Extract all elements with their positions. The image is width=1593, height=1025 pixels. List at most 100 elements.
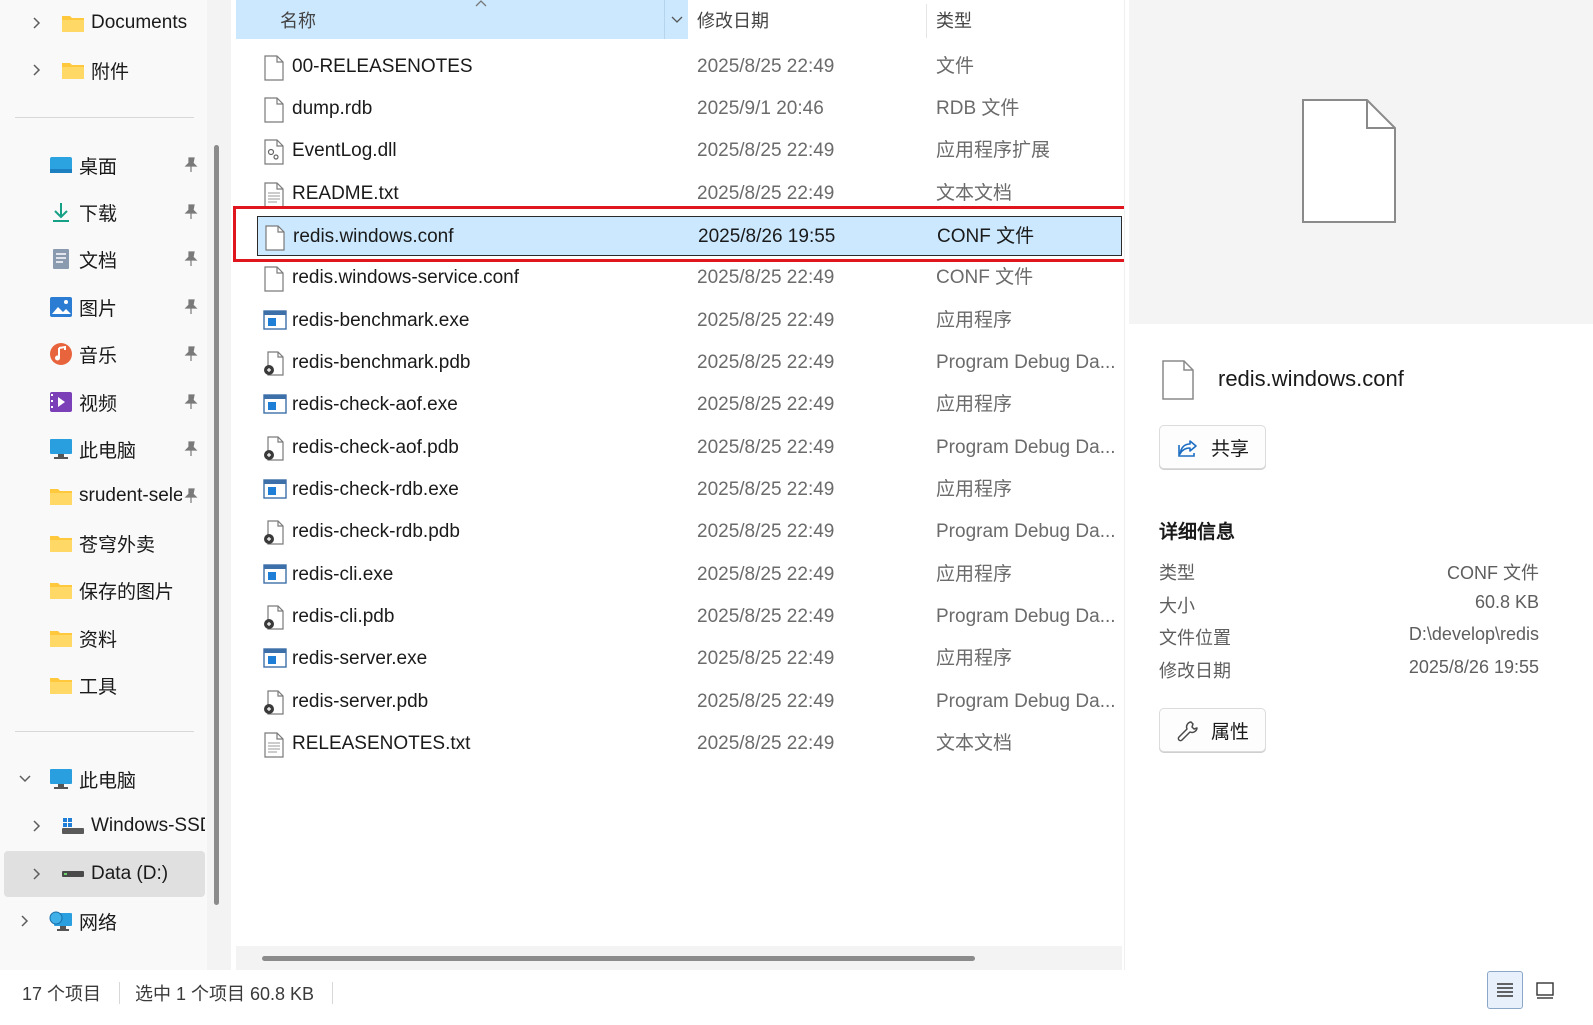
chevron-right-icon[interactable] [16,912,34,930]
file-type: 文本文档 [936,733,1013,754]
pin-icon[interactable] [182,393,200,411]
details-file-name: redis.windows.conf [1218,366,1404,391]
properties-button[interactable]: 属性 [1159,708,1266,752]
file-modified-date: 2025/8/25 22:49 [697,352,835,373]
file-row[interactable]: redis-benchmark.pdb 2025/8/25 22:49 Progra… [257,343,1122,383]
file-type: 应用程序 [936,479,1013,500]
file-type: 应用程序 [936,310,1013,331]
file-name: redis-check-rdb.exe [292,479,459,500]
sidebar-item-windows-ssd[interactable]: Windows-SSD [0,803,205,849]
file-row[interactable]: RELEASENOTES.txt 2025/8/25 22:49 文本文档 [257,724,1122,764]
pin-icon[interactable] [182,345,200,363]
sidebar-scrollbar-track [207,0,231,970]
exe-icon [263,647,287,671]
pdb-icon [263,605,285,630]
file-row[interactable]: redis-server.exe 2025/8/25 22:49 应用程序 [257,639,1122,679]
file-type: 文件 [936,56,975,77]
sidebar-item-downloads[interactable]: 下载 [0,189,205,235]
pin-icon[interactable] [182,440,200,458]
details-pane: redis.windows.conf 共享 详细信息 类型 CONF 文件 大小… [1124,0,1593,970]
details-view-button[interactable] [1487,971,1523,1009]
exe-icon [263,393,287,417]
sidebar-item-materials[interactable]: 资料 [0,615,205,661]
sidebar-item-music[interactable]: 音乐 [0,331,205,377]
file-row[interactable]: dump.rdb 2025/9/1 20:46 RDB 文件 [257,89,1122,129]
file-preview-icon [1302,99,1396,223]
sidebar-item-label: 图片 [79,298,118,320]
sidebar-item-this-pc[interactable]: 此电脑 [0,756,205,802]
sidebar-item-videos[interactable]: 视频 [0,379,205,425]
sidebar-item-pictures[interactable]: 图片 [0,284,205,330]
sidebar-item-saved-pictures[interactable]: 保存的图片 [0,567,205,613]
column-type-label[interactable]: 类型 [936,0,972,40]
sidebar-scrollbar[interactable] [214,145,219,905]
column-separator[interactable] [926,4,927,38]
pin-icon[interactable] [182,487,200,505]
chevron-right-icon[interactable] [28,865,46,883]
file-name: RELEASENOTES.txt [292,733,471,754]
chevron-right-icon[interactable] [28,817,46,835]
file-row[interactable]: EventLog.dll 2025/8/25 22:49 应用程序扩展 [257,131,1122,171]
file-icon [263,97,285,123]
file-row[interactable]: redis-cli.exe 2025/8/25 22:49 应用程序 [257,555,1122,595]
sidebar-item-this-pc-quick[interactable]: 此电脑 [0,426,205,472]
large-icons-view-button[interactable] [1527,971,1563,1009]
file-name: redis-check-rdb.pdb [292,521,460,542]
sidebar-item-tools[interactable]: 工具 [0,662,205,708]
sidebar-item-label: Windows-SSD [91,815,205,836]
file-type: RDB 文件 [936,98,1020,119]
file-row[interactable]: redis.windows-service.conf 2025/8/25 22:4… [257,258,1122,298]
large-icons-view-icon [1536,982,1554,999]
sidebar-item-cangqiong[interactable]: 苍穹外卖 [0,520,205,566]
file-row[interactable]: redis-benchmark.exe 2025/8/25 22:49 应用程序 [257,301,1122,341]
file-type: CONF 文件 [936,267,1034,288]
sidebar-item-documents[interactable]: Documents [0,0,205,46]
divider [15,731,194,732]
file-type: Program Debug Da... [936,437,1116,458]
horizontal-scrollbar[interactable] [262,956,975,961]
file-row[interactable]: redis-check-aof.exe 2025/8/25 22:49 应用程序 [257,385,1122,425]
file-name: dump.rdb [292,98,373,119]
column-header: 名称 修改日期 类型 [236,0,1125,40]
pin-icon[interactable] [182,203,200,221]
properties-button-label: 属性 [1211,721,1250,743]
file-modified-date: 2025/8/25 22:49 [697,140,835,161]
chevron-down-icon[interactable] [664,0,688,39]
videos-icon [49,391,73,413]
file-modified-date: 2025/8/25 22:49 [697,56,835,77]
file-type: 应用程序 [936,648,1013,669]
column-date-label[interactable]: 修改日期 [697,0,769,40]
file-name: redis-benchmark.pdb [292,352,471,373]
property-value: D:\develop\redis [1408,624,1539,644]
file-modified-date: 2025/8/25 22:49 [697,267,835,288]
sidebar-item-label: 苍穹外卖 [79,534,156,556]
file-modified-date: 2025/9/1 20:46 [697,98,824,119]
pin-icon[interactable] [182,250,200,268]
sidebar-item-attachments[interactable]: 附件 [0,47,205,93]
sidebar-item-srudent-sele[interactable]: srudent-sele [0,473,205,519]
share-button[interactable]: 共享 [1159,425,1266,469]
file-row[interactable]: redis-server.pdb 2025/8/25 22:49 Program D… [257,682,1122,722]
file-modified-date: 2025/8/25 22:49 [697,648,835,669]
chevron-down-icon[interactable] [16,770,34,788]
sidebar-item-network[interactable]: 网络 [0,898,205,944]
file-row[interactable]: redis-cli.pdb 2025/8/25 22:49 Program Debu… [257,597,1122,637]
pin-icon[interactable] [182,298,200,316]
file-row[interactable]: 00-RELEASENOTES 2025/8/25 22:49 文件 [257,47,1122,87]
sidebar-item-data-d[interactable]: Data (D:) [4,851,205,897]
file-type: 应用程序 [936,394,1013,415]
pin-icon[interactable] [182,156,200,174]
sidebar-item-documents-quick[interactable]: 文档 [0,236,205,282]
file-row[interactable]: redis-check-rdb.exe 2025/8/25 22:49 应用程序 [257,470,1122,510]
exe-icon [263,563,287,587]
file-row[interactable]: redis-check-aof.pdb 2025/8/25 22:49 Progra… [257,428,1122,468]
chevron-right-icon[interactable] [28,14,46,32]
chevron-right-icon[interactable] [28,61,46,79]
computer-icon [49,438,73,460]
file-name: redis-cli.exe [292,564,394,585]
property-row: 文件位置 D:\develop\redis [1159,624,1539,654]
sidebar-item-desktop[interactable]: 桌面 [0,142,205,188]
file-row[interactable]: redis-check-rdb.pdb 2025/8/25 22:49 Progra… [257,512,1122,552]
text-file-icon [263,732,285,758]
file-name: redis-check-aof.pdb [292,437,459,458]
